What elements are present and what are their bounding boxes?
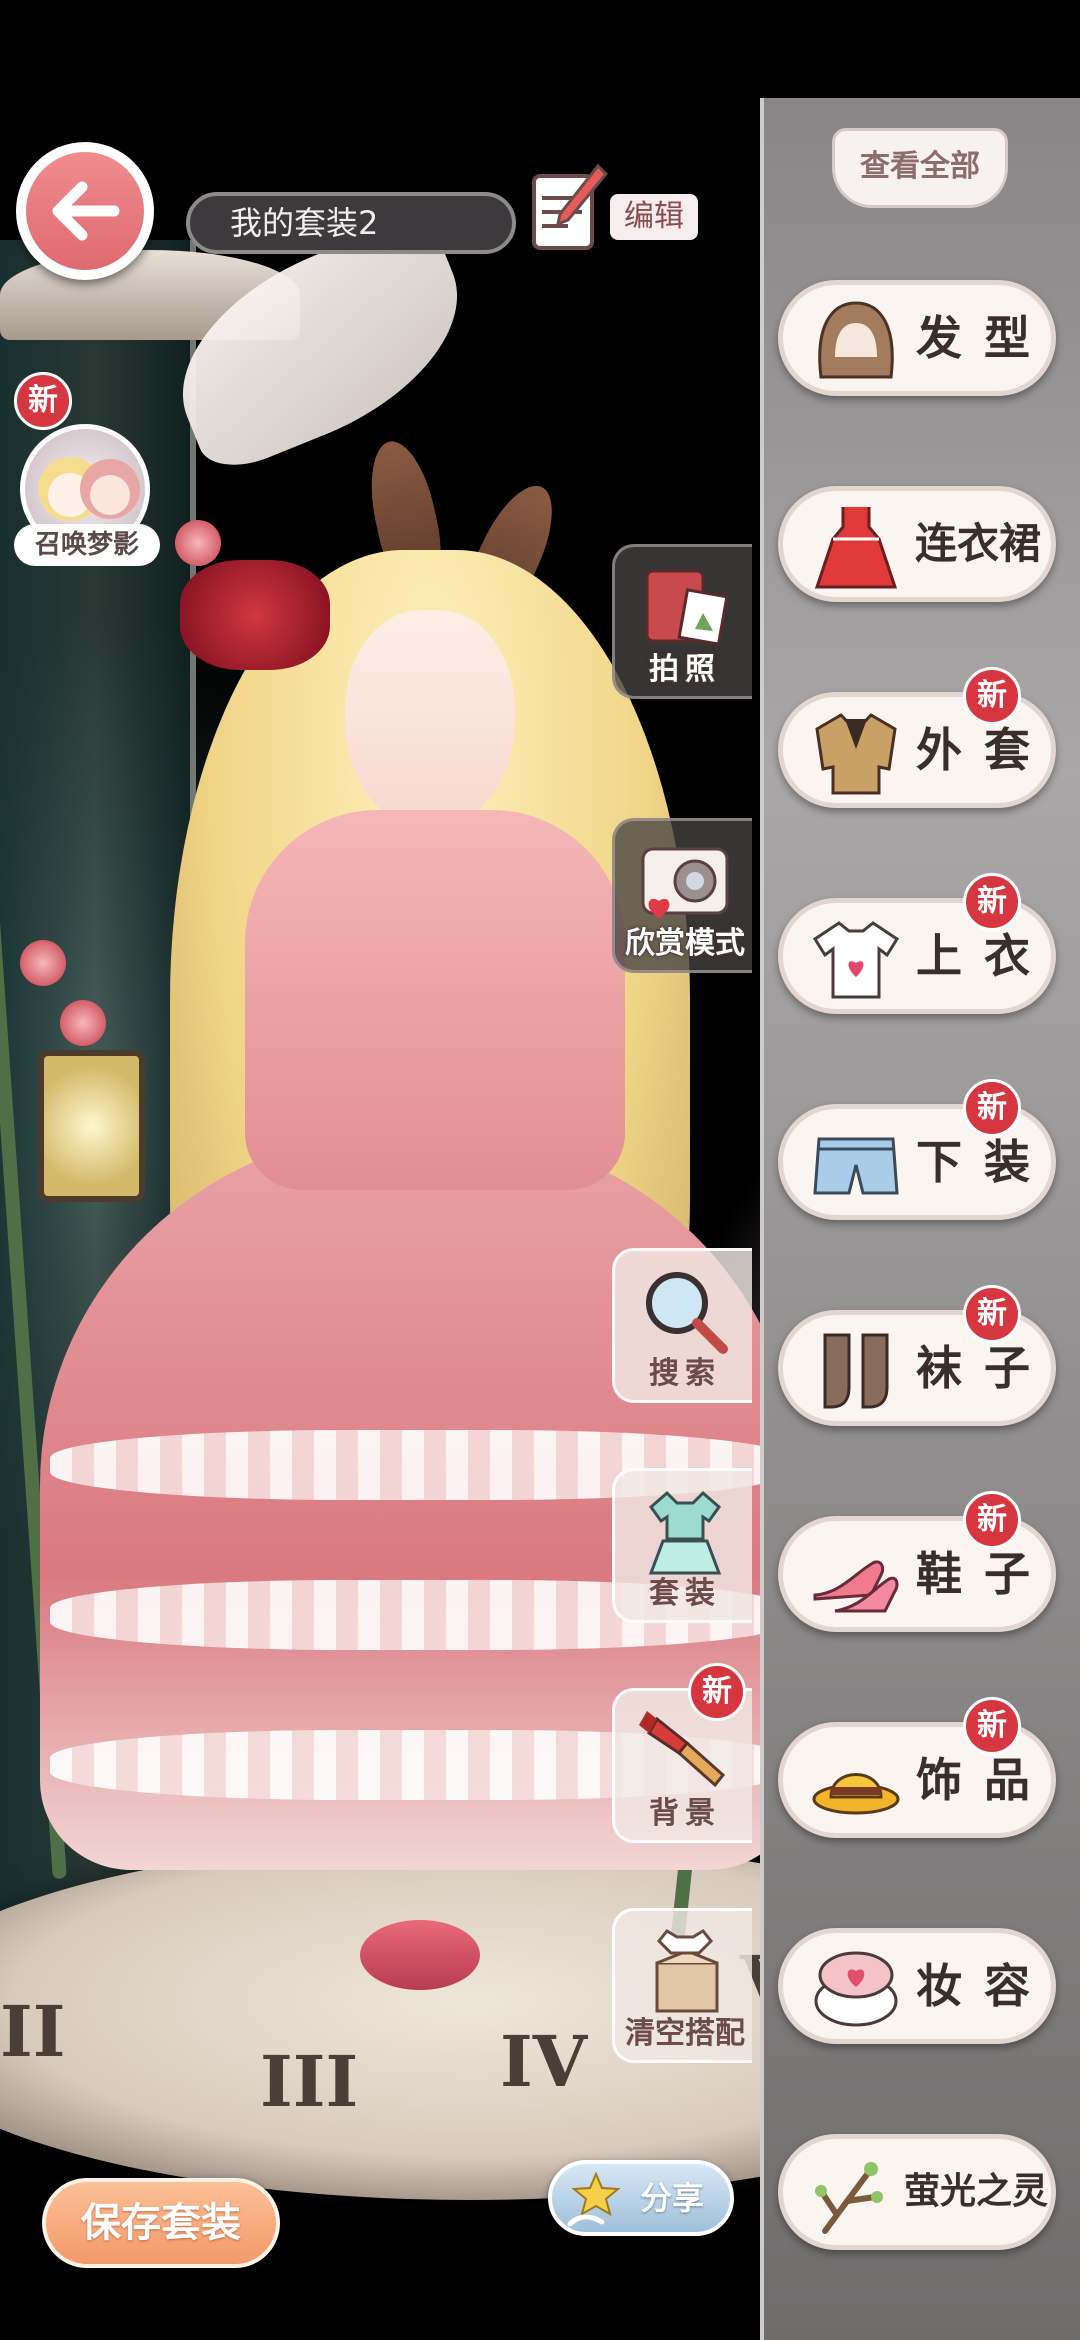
outfit-name-field[interactable]: 我的套装2 xyxy=(186,192,516,254)
category-dress[interactable]: 连衣裙 xyxy=(778,486,1056,602)
shorts-icon xyxy=(813,1137,899,1195)
appreciation-mode-button[interactable]: 欣赏模式 xyxy=(612,818,752,973)
category-shoes[interactable]: 鞋子 新 xyxy=(778,1491,1056,1632)
search-button[interactable]: 搜索 xyxy=(612,1248,752,1403)
category-label: 连衣裙 xyxy=(914,519,1041,568)
photo-button[interactable]: 拍照 xyxy=(612,544,752,699)
save-outfit-button[interactable]: 保存套装 xyxy=(42,2178,280,2268)
new-badge: 新 xyxy=(963,1491,1021,1549)
category-firefly-spirit[interactable]: 萤光之灵 xyxy=(778,2134,1056,2250)
category-coat[interactable]: 外套 新 xyxy=(778,667,1056,808)
notepad-pencil-icon xyxy=(532,163,608,250)
category-label: 发型 xyxy=(916,311,1052,365)
outfit-set-label: 套装 xyxy=(649,1576,721,1611)
view-all-button[interactable]: 查看全部 xyxy=(832,128,1008,208)
dress-bodice xyxy=(245,810,625,1190)
category-socks[interactable]: 袜子 新 xyxy=(778,1285,1056,1426)
back-arrow-icon xyxy=(26,152,144,270)
category-label: 妆容 xyxy=(916,1959,1052,2013)
shoes-icon xyxy=(813,1560,899,1613)
hat-icon xyxy=(812,1773,900,1815)
edit-button[interactable]: 编辑 xyxy=(528,160,698,256)
category-hairstyle[interactable]: 发型 xyxy=(778,280,1056,396)
camera-icon xyxy=(641,847,729,919)
character-shoes xyxy=(360,1920,480,1990)
share-button[interactable]: 分享 xyxy=(548,2160,734,2236)
coat-icon xyxy=(815,713,897,795)
makeup-compact-icon xyxy=(814,1951,898,2027)
dress-icon xyxy=(814,507,898,589)
outfit-set-button[interactable]: 套装 xyxy=(612,1468,752,1623)
category-top[interactable]: 上衣 新 xyxy=(778,873,1056,1014)
hairstyle-icon xyxy=(818,301,894,379)
background-label: 背景 xyxy=(649,1796,721,1831)
hair-bow xyxy=(180,560,330,670)
new-badge: 新 xyxy=(963,1079,1021,1137)
magnifier-icon xyxy=(646,1272,728,1354)
notebook-photo-icon xyxy=(645,569,729,646)
appreciation-mode-label: 欣赏模式 xyxy=(625,926,745,961)
back-button[interactable] xyxy=(16,142,154,280)
outfit-set-icon xyxy=(648,1490,722,1575)
new-badge: 新 xyxy=(963,667,1021,725)
character-face xyxy=(345,610,515,830)
new-badge: 新 xyxy=(688,1663,746,1721)
new-badge: 新 xyxy=(963,1285,1021,1343)
clear-outfit-button[interactable]: 清空搭配 xyxy=(612,1908,752,2063)
new-badge: 新 xyxy=(14,372,72,430)
socks-icon xyxy=(823,1333,889,1409)
new-badge: 新 xyxy=(963,1697,1021,1755)
summon-label: 召唤梦影 xyxy=(14,524,160,566)
clear-outfit-label: 清空搭配 xyxy=(625,2016,745,2051)
star-hand-icon xyxy=(567,2171,621,2227)
shirt-icon xyxy=(812,921,900,999)
share-label: 分享 xyxy=(640,2179,705,2217)
category-label: 萤光之灵 xyxy=(903,2171,1048,2212)
photo-label: 拍照 xyxy=(649,652,721,687)
summon-dream-shadow-button[interactable]: 新 召唤梦影 xyxy=(14,372,160,568)
category-accessories[interactable]: 饰品 新 xyxy=(778,1697,1056,1838)
search-label: 搜索 xyxy=(649,1356,721,1391)
edit-label: 编辑 xyxy=(610,194,698,240)
category-bottoms[interactable]: 下装 新 xyxy=(778,1079,1056,1220)
clear-box-icon xyxy=(655,1929,719,2013)
branch-icon xyxy=(815,2162,883,2234)
background-button[interactable]: 新 背景 xyxy=(612,1663,752,1843)
category-makeup[interactable]: 妆容 xyxy=(778,1928,1056,2044)
new-badge: 新 xyxy=(963,873,1021,931)
